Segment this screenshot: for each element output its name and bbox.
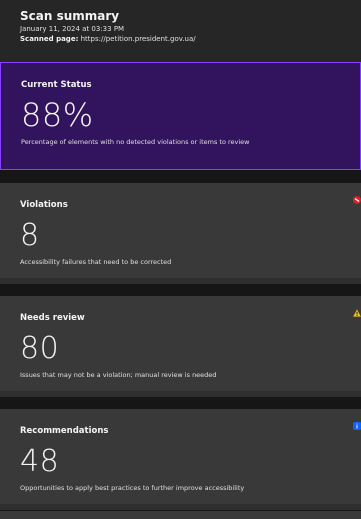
current-status-description: Percentage of elements with no detected … [21, 138, 250, 146]
info-icon [353, 422, 361, 430]
needs-review-count: 80 [20, 331, 60, 366]
scan-summary-header: Scan summary January 11, 2024 at 03:33 P… [0, 0, 361, 62]
recommendations-description: Opportunities to apply best practices to… [20, 484, 245, 492]
needs-review-title: Needs review [20, 313, 85, 323]
recommendations-card: Recommendations 48 Opportunities to appl… [0, 409, 361, 510]
scanned-page-url: https://petition.president.gov.ua/ [80, 35, 196, 43]
violations-card: Violations 8 Accessibility failures that… [0, 183, 361, 284]
scan-summary-title: Scan summary [20, 9, 120, 23]
current-status-value: 88% [21, 96, 94, 134]
bottom-divider [0, 511, 361, 519]
warning-icon [353, 309, 361, 317]
recommendations-count: 48 [20, 444, 60, 479]
violations-title: Violations [20, 200, 68, 210]
violations-description: Accessibility failures that need to be c… [20, 258, 172, 266]
recommendations-title: Recommendations [20, 426, 109, 436]
needs-review-card: Needs review 80 Issues that may not be a… [0, 296, 361, 397]
current-status-card: Current Status 88% Percentage of element… [0, 62, 361, 170]
scanned-page: Scanned page: https://petition.president… [20, 34, 349, 44]
scanned-page-label: Scanned page: [20, 35, 79, 43]
needs-review-description: Issues that may not be a violation; manu… [20, 371, 217, 379]
violation-icon [353, 196, 361, 204]
current-status-title: Current Status [21, 80, 92, 90]
violations-count: 8 [20, 218, 40, 253]
scan-date: January 11, 2024 at 03:33 PM [20, 25, 125, 33]
